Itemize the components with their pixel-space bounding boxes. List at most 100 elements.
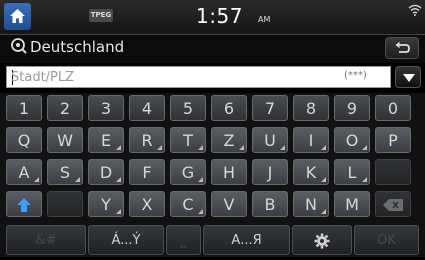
variants-indicator xyxy=(157,145,162,150)
key-c[interactable]: C xyxy=(170,191,206,217)
key-label: F xyxy=(142,163,152,182)
variants-indicator xyxy=(198,177,203,182)
home-button[interactable] xyxy=(4,3,31,30)
variants-indicator xyxy=(75,177,80,182)
key-9[interactable]: 9 xyxy=(334,95,370,121)
key-e[interactable]: E xyxy=(88,127,124,153)
key-w[interactable]: W xyxy=(47,127,83,153)
key-1[interactable]: 1 xyxy=(6,95,42,121)
key-2[interactable]: 2 xyxy=(47,95,83,121)
key-g[interactable]: G xyxy=(170,159,206,185)
settings-key[interactable] xyxy=(292,225,352,255)
key-label: M xyxy=(345,195,359,214)
key-label: G xyxy=(181,163,195,182)
status-bar: TPEG 1:57 AM xyxy=(0,0,425,35)
key-label: Z xyxy=(223,131,235,150)
shift-icon xyxy=(17,198,31,212)
key-d[interactable]: D xyxy=(88,159,124,185)
key-k[interactable]: K xyxy=(293,159,329,185)
key-v[interactable]: V xyxy=(211,191,247,217)
key-label: O xyxy=(345,131,359,150)
city-zip-input-box[interactable]: (***) xyxy=(6,66,391,88)
key-label: Y xyxy=(101,195,111,214)
key-label: T xyxy=(183,131,193,150)
key-z[interactable]: Z xyxy=(211,127,247,153)
key-label: W xyxy=(57,131,73,150)
key-8[interactable]: 8 xyxy=(293,95,329,121)
key-p[interactable]: P xyxy=(375,127,411,153)
key-label: S xyxy=(59,163,71,182)
key-4[interactable]: 4 xyxy=(129,95,165,121)
key-t[interactable]: T xyxy=(170,127,206,153)
key-j[interactable]: J xyxy=(252,159,288,185)
country-label[interactable]: Deutschland xyxy=(30,38,124,56)
variants-indicator xyxy=(34,177,39,182)
key-label: A xyxy=(18,163,30,182)
gear-icon xyxy=(314,233,330,249)
keyboard-bottom-row: &# Á...Ý ⎵ А...Я OK xyxy=(0,225,425,257)
backspace-key[interactable] xyxy=(375,191,411,217)
key-blank-row4[interactable] xyxy=(47,191,83,217)
key-label: U xyxy=(264,131,276,150)
key-5[interactable]: 5 xyxy=(170,95,206,121)
key-r[interactable]: R xyxy=(129,127,165,153)
key-m[interactable]: M xyxy=(334,191,370,217)
back-button[interactable] xyxy=(385,37,419,59)
variants-indicator xyxy=(198,145,203,150)
variants-indicator xyxy=(116,209,121,214)
search-icon xyxy=(11,38,27,54)
space-key[interactable]: ⎵ xyxy=(166,225,201,255)
key-u[interactable]: U xyxy=(252,127,288,153)
variants-indicator xyxy=(198,209,203,214)
key-label: I xyxy=(308,131,314,150)
key-a[interactable]: A xyxy=(6,159,42,185)
variants-indicator xyxy=(321,209,326,214)
key-o[interactable]: O xyxy=(334,127,370,153)
key-n[interactable]: N xyxy=(293,191,329,217)
variants-indicator xyxy=(280,145,285,150)
variants-indicator xyxy=(116,145,121,150)
tpeg-badge: TPEG xyxy=(89,9,113,22)
symbols-key[interactable]: &# xyxy=(6,225,86,255)
keyboard: 1 2 3 4 5 6 7 8 9 0 Q W E R T Z U I O P … xyxy=(0,93,425,257)
accents-key[interactable]: Á...Ý xyxy=(88,225,164,255)
key-0[interactable]: 0 xyxy=(375,95,411,121)
key-label: V xyxy=(223,195,235,214)
key-label: L xyxy=(347,163,357,182)
ok-key[interactable]: OK xyxy=(354,225,419,255)
key-7[interactable]: 7 xyxy=(252,95,288,121)
key-label: E xyxy=(100,131,112,150)
backspace-icon xyxy=(383,199,403,211)
shift-key[interactable] xyxy=(6,191,42,217)
key-3[interactable]: 3 xyxy=(88,95,124,121)
cyrillic-key[interactable]: А...Я xyxy=(203,225,290,255)
city-zip-input[interactable] xyxy=(11,68,311,86)
dropdown-button[interactable] xyxy=(395,66,421,88)
home-icon xyxy=(10,9,25,23)
wifi-icon xyxy=(408,4,422,16)
key-blank-row3[interactable] xyxy=(375,159,411,185)
key-6[interactable]: 6 xyxy=(211,95,247,121)
key-i[interactable]: I xyxy=(293,127,329,153)
key-s[interactable]: S xyxy=(47,159,83,185)
input-mask-hint: (***) xyxy=(344,70,367,81)
key-label: X xyxy=(141,195,153,214)
key-f[interactable]: F xyxy=(129,159,165,185)
header-bar: Deutschland xyxy=(0,35,425,63)
key-y[interactable]: Y xyxy=(88,191,124,217)
key-label: J xyxy=(267,163,273,182)
key-q[interactable]: Q xyxy=(6,127,42,153)
key-label: Q xyxy=(17,131,31,150)
variants-indicator xyxy=(321,145,326,150)
key-label: P xyxy=(388,131,398,150)
clock-time: 1:57 xyxy=(196,4,243,28)
key-label: D xyxy=(99,163,113,182)
variants-indicator xyxy=(362,177,367,182)
key-h[interactable]: H xyxy=(211,159,247,185)
clock-ampm: AM xyxy=(258,15,271,24)
variants-indicator xyxy=(321,177,326,182)
key-b[interactable]: B xyxy=(252,191,288,217)
key-label: B xyxy=(264,195,276,214)
key-l[interactable]: L xyxy=(334,159,370,185)
key-x[interactable]: X xyxy=(129,191,165,217)
